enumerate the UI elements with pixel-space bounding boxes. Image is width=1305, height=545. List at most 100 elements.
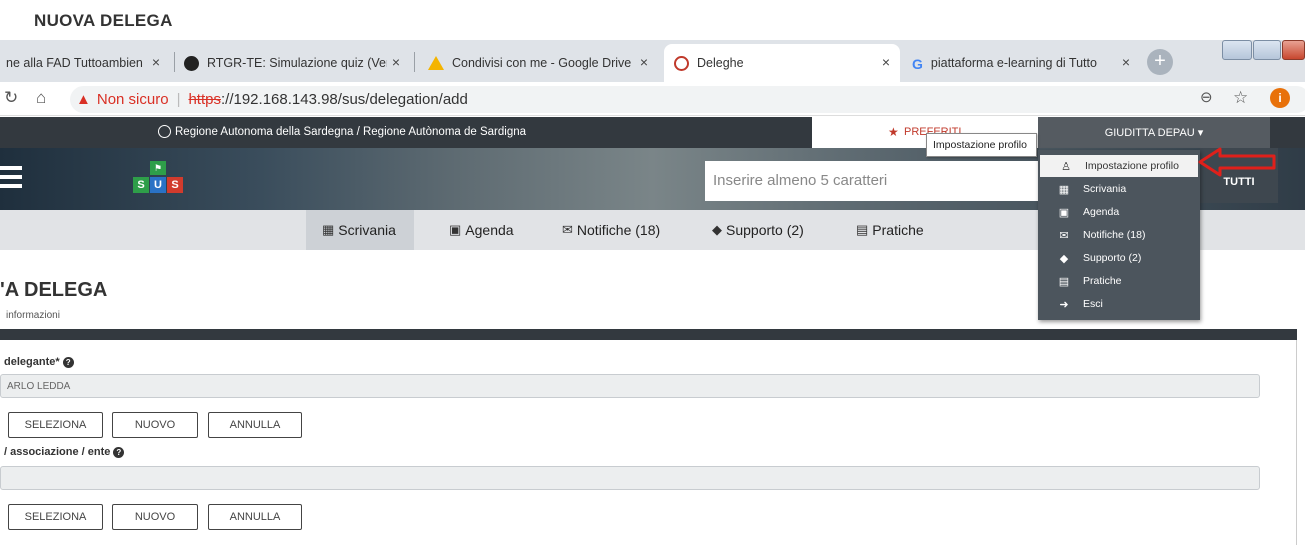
sus-logo[interactable]: ⚑ S U S (133, 161, 183, 199)
address-bar: ↻ ⌂ ▲ Non sicuro | https ://192.168.143.… (0, 82, 1305, 116)
dropdown-item-scrivania[interactable]: ▦ Scrivania (1038, 178, 1200, 200)
close-icon[interactable]: × (640, 54, 648, 70)
url-field[interactable]: ▲ Non sicuro | https ://192.168.143.98/s… (70, 86, 1305, 113)
region-emblem-icon (158, 125, 171, 138)
warning-icon: ▲ (76, 91, 91, 108)
label-text: delegante* (4, 356, 60, 368)
close-icon[interactable]: × (1122, 54, 1130, 70)
reload-icon[interactable]: ↻ (4, 88, 18, 108)
nav-label: Notifiche (18) (576, 222, 661, 238)
association-label: / associazione / ente? (4, 446, 125, 458)
new-button[interactable]: NUOVO (112, 412, 198, 438)
calendar-icon: ▣ (1058, 206, 1070, 219)
tooltip: Impostazione profilo (926, 133, 1037, 157)
form-panel: delegante*? ARLO LEDDA SELEZIONA NUOVO A… (0, 340, 1297, 545)
tab-title: Condivisi con me - Google Drive (452, 56, 632, 70)
nav-scrivania[interactable]: ▦ Scrivania (306, 210, 414, 250)
dropdown-item-pratiche[interactable]: ▤ Pratiche (1038, 270, 1200, 292)
nav-label: Agenda (465, 222, 514, 238)
dropdown-label: Scrivania (1083, 183, 1127, 195)
browser-tab-google[interactable]: G piattaforma e-learning di Tutto × (904, 44, 1140, 82)
zoom-icon[interactable]: ⊖ (1200, 88, 1213, 106)
user-menu-button[interactable]: GIUDITTA DEPAU ▾ (1038, 117, 1270, 148)
browser-tab-drive[interactable]: Condivisi con me - Google Drive × (420, 44, 658, 82)
label-text: / associazione / ente (4, 446, 111, 458)
delegante-field[interactable]: ARLO LEDDA (0, 374, 1260, 398)
user-icon: ♙ (1061, 160, 1071, 173)
home-icon[interactable]: ⌂ (36, 88, 46, 108)
dropdown-label: Agenda (1083, 206, 1120, 218)
dropdown-label: Pratiche (1083, 275, 1122, 287)
file-icon: ▤ (1058, 275, 1070, 288)
logo-letter: S (167, 177, 183, 193)
google-icon: G (912, 55, 923, 72)
select-button[interactable]: SELEZIONA (8, 504, 103, 530)
association-field[interactable] (0, 466, 1260, 490)
user-dropdown-menu: ♙ Impostazione profilo ▦ Scrivania ▣ Age… (1038, 150, 1200, 320)
dropdown-item-profile[interactable]: ♙ Impostazione profilo (1040, 155, 1198, 177)
help-icon[interactable]: ? (113, 447, 125, 458)
dropdown-item-esci[interactable]: ➜ Esci (1038, 293, 1200, 315)
envelope-icon: ✉ (562, 222, 573, 237)
menu-icon[interactable] (0, 166, 22, 193)
region-link[interactable]: Regione Autonoma della Sardegna / Region… (158, 125, 526, 138)
dropdown-item-supporto[interactable]: ◆ Supporto (2) (1038, 247, 1200, 269)
dropdown-item-agenda[interactable]: ▣ Agenda (1038, 201, 1200, 223)
select-button[interactable]: SELEZIONA (8, 412, 103, 438)
profile-avatar[interactable]: i (1270, 88, 1290, 108)
security-label[interactable]: Non sicuro (97, 91, 169, 108)
delegante-label: delegante*? (4, 356, 74, 368)
page-subtitle: informazioni (6, 310, 60, 321)
browser-tab-deleghe[interactable]: Deleghe × (664, 44, 900, 82)
site-favicon-icon (674, 55, 689, 71)
nav-notifiche[interactable]: ✉ Notifiche (18) (562, 210, 660, 250)
dropdown-item-notifiche[interactable]: ✉ Notifiche (18) (1038, 224, 1200, 246)
grid-icon: ▦ (322, 222, 335, 237)
close-icon[interactable]: × (392, 54, 400, 70)
close-icon[interactable]: × (882, 54, 890, 70)
help-icon[interactable]: ? (62, 357, 74, 368)
bookmark-star-icon[interactable]: ☆ (1233, 88, 1248, 108)
dropdown-label: Notifiche (18) (1083, 229, 1146, 241)
logout-icon: ➜ (1059, 298, 1069, 311)
close-icon[interactable]: × (152, 54, 160, 70)
nav-label: Pratiche (872, 222, 924, 238)
tab-title: RTGR-TE: Simulazione quiz (Veri (207, 56, 387, 70)
cancel-button[interactable]: ANNULLA (208, 412, 302, 438)
cancel-button[interactable]: ANNULLA (208, 504, 302, 530)
tag-icon: ◆ (712, 222, 722, 237)
browser-tab-rtgr[interactable]: RTGR-TE: Simulazione quiz (Veri × (178, 44, 410, 82)
tab-title: Deleghe (697, 56, 744, 70)
logo-flag-icon: ⚑ (150, 161, 166, 175)
new-tab-button[interactable]: + (1147, 49, 1173, 75)
tag-icon: ◆ (1059, 252, 1069, 265)
maximize-button[interactable] (1253, 40, 1281, 60)
calendar-icon: ▣ (449, 222, 462, 237)
page-title: 'A DELEGA (0, 279, 108, 301)
nav-label: Supporto (2) (726, 222, 804, 238)
nav-agenda[interactable]: ▣ Agenda (449, 210, 514, 250)
google-drive-icon (428, 56, 444, 70)
tab-title: ne alla FAD Tuttoambien (6, 56, 143, 70)
browser-tab-strip: ne alla FAD Tuttoambien × RTGR-TE: Simul… (0, 40, 1305, 82)
envelope-icon: ✉ (1059, 229, 1069, 242)
nav-pratiche[interactable]: ▤ Pratiche (856, 210, 924, 250)
region-label: Regione Autonoma della Sardegna / Region… (175, 125, 527, 138)
logo-letter: S (133, 177, 149, 193)
url-path: ://192.168.143.98/sus/delegation/add (221, 91, 468, 108)
dropdown-label: Impostazione profilo (1085, 160, 1179, 172)
site-top-bar: Regione Autonoma della Sardegna / Region… (0, 117, 1305, 148)
browser-tab-fad[interactable]: ne alla FAD Tuttoambien × (0, 44, 170, 82)
document-title: NUOVA DELEGA (34, 11, 173, 30)
screen: NUOVA DELEGA ne alla FAD Tuttoambien × R… (0, 0, 1305, 545)
search-input[interactable]: Inserire almeno 5 caratteri (705, 161, 1040, 201)
tab-title: piattaforma e-learning di Tutto (930, 56, 1097, 70)
nav-supporto[interactable]: ◆ Supporto (2) (712, 210, 804, 250)
window-close-button[interactable] (1282, 40, 1305, 60)
logo-letter: U (150, 177, 166, 193)
minimize-button[interactable] (1222, 40, 1252, 60)
section-divider (0, 329, 1297, 340)
grid-icon: ▦ (1058, 183, 1070, 196)
dropdown-label: Supporto (2) (1083, 252, 1142, 264)
new-button[interactable]: NUOVO (112, 504, 198, 530)
